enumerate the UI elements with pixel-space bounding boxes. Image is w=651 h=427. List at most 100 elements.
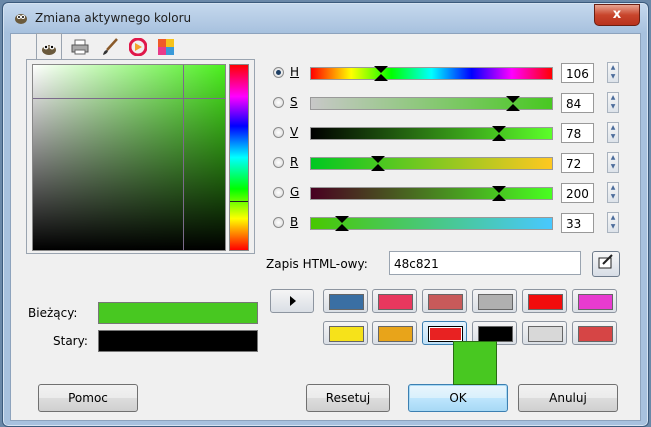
reset-button-label: Resetuj: [325, 391, 371, 405]
history-color-swatch: [428, 326, 463, 342]
html-notation-input[interactable]: 48c821: [389, 251, 581, 275]
spin-arrows-icon[interactable]: ▲ ▼: [607, 92, 619, 113]
history-color-button[interactable]: [323, 321, 368, 345]
printer-icon: [71, 39, 89, 55]
cancel-button[interactable]: Anuluj: [518, 384, 618, 412]
history-color-swatch: [378, 326, 413, 342]
slider-b[interactable]: [310, 216, 553, 231]
slider-marker-bottom: [335, 224, 349, 231]
slider-v[interactable]: [310, 126, 553, 141]
slider-h[interactable]: [310, 66, 553, 81]
slider-label-r: R: [290, 155, 299, 169]
history-color-swatch: [428, 294, 463, 310]
history-color-button[interactable]: [323, 289, 368, 313]
help-button[interactable]: Pomoc: [38, 384, 138, 412]
history-color-button[interactable]: [422, 289, 467, 313]
history-color-button[interactable]: [522, 289, 567, 313]
slider-marker-top: [506, 96, 520, 103]
history-color-button[interactable]: [472, 289, 517, 313]
radio-r[interactable]: [273, 157, 284, 168]
history-color-button[interactable]: [572, 321, 617, 345]
tab-gimp-selector[interactable]: [36, 33, 62, 61]
slider-marker-bottom: [374, 74, 388, 81]
slider-label-v: V: [290, 125, 299, 139]
spin-s[interactable]: 84: [561, 93, 594, 113]
current-color-swatch: [98, 302, 258, 324]
spin-arrows-icon[interactable]: ▲ ▼: [607, 212, 619, 233]
history-color-swatch: [478, 294, 513, 310]
history-color-button[interactable]: [522, 321, 567, 345]
spin-arrows-icon[interactable]: ▲ ▼: [607, 62, 619, 83]
spin-arrows-icon[interactable]: ▲ ▼: [607, 182, 619, 203]
slider-marker-top: [371, 156, 385, 163]
history-color-swatch: [528, 294, 563, 310]
palette-icon: [158, 39, 174, 55]
history-color-swatch: [578, 326, 613, 342]
spin-b[interactable]: 33: [561, 213, 594, 233]
gimp-icon: [15, 14, 27, 24]
help-button-label: Pomoc: [68, 391, 108, 405]
slider-label-b: B: [290, 215, 299, 229]
html-notation-label: Zapis HTML-owy:: [266, 257, 368, 271]
spin-h[interactable]: 106: [561, 63, 594, 83]
radio-b[interactable]: [273, 217, 284, 228]
sv-crosshair-horizontal: [33, 98, 225, 99]
history-color-button[interactable]: [372, 321, 417, 345]
slider-label-s: S: [290, 95, 298, 109]
history-arrow-button[interactable]: [270, 289, 314, 313]
slider-label-g: G: [290, 185, 300, 199]
history-color-swatch: [578, 294, 613, 310]
radio-h[interactable]: [273, 67, 284, 78]
slider-marker-top: [374, 66, 388, 73]
slider-marker-bottom: [492, 134, 506, 141]
radio-s[interactable]: [273, 97, 284, 108]
spin-g[interactable]: 200: [561, 183, 594, 203]
tab-wheel[interactable]: [126, 35, 150, 59]
color-picker-button[interactable]: [592, 251, 620, 277]
history-color-button[interactable]: [572, 289, 617, 313]
title-bar[interactable]: Zmiana aktywnego koloru x: [3, 3, 648, 33]
old-color-swatch: [98, 330, 258, 352]
cancel-button-label: Anuluj: [549, 391, 587, 405]
ok-button[interactable]: OK: [408, 384, 508, 412]
color-wheel-icon: [129, 38, 147, 56]
history-color-swatch: [329, 326, 364, 342]
slider-marker-top: [492, 186, 506, 193]
old-color-label: Stary:: [53, 334, 88, 348]
slider-marker-bottom: [492, 194, 506, 201]
history-color-swatch: [478, 326, 513, 342]
brush-icon: [103, 38, 118, 55]
slider-marker-top: [492, 126, 506, 133]
slider-s[interactable]: [310, 96, 553, 111]
tab-cmyk[interactable]: [68, 35, 92, 59]
spin-v[interactable]: 78: [561, 123, 594, 143]
slider-r[interactable]: [310, 156, 553, 171]
window-title: Zmiana aktywnego koloru: [35, 11, 192, 25]
close-button[interactable]: x: [594, 4, 640, 26]
slider-marker-top: [335, 216, 349, 223]
reset-button[interactable]: Resetuj: [306, 384, 390, 412]
slider-marker-bottom: [506, 104, 520, 111]
spin-r[interactable]: 72: [561, 153, 594, 173]
slider-label-h: H: [290, 65, 300, 79]
drag-color-preview: [453, 341, 497, 385]
eyedropper-icon: [598, 254, 613, 269]
tab-palette[interactable]: [154, 35, 178, 59]
saturation-value-area[interactable]: [32, 64, 226, 251]
hue-marker: [230, 201, 248, 202]
tab-watercolor[interactable]: [98, 35, 122, 59]
play-arrow-icon: [290, 296, 296, 306]
gimp-icon: [42, 44, 56, 55]
history-color-button[interactable]: [372, 289, 417, 313]
history-color-swatch: [378, 294, 413, 310]
sv-crosshair-vertical: [183, 65, 184, 250]
radio-g[interactable]: [273, 187, 284, 198]
spin-arrows-icon[interactable]: ▲ ▼: [607, 122, 619, 143]
slider-marker-bottom: [371, 164, 385, 171]
current-color-label: Bieżący:: [28, 306, 78, 320]
spin-arrows-icon[interactable]: ▲ ▼: [607, 152, 619, 173]
slider-g[interactable]: [310, 186, 553, 201]
history-color-swatch: [329, 294, 364, 310]
hue-strip[interactable]: [229, 64, 249, 251]
radio-v[interactable]: [273, 127, 284, 138]
